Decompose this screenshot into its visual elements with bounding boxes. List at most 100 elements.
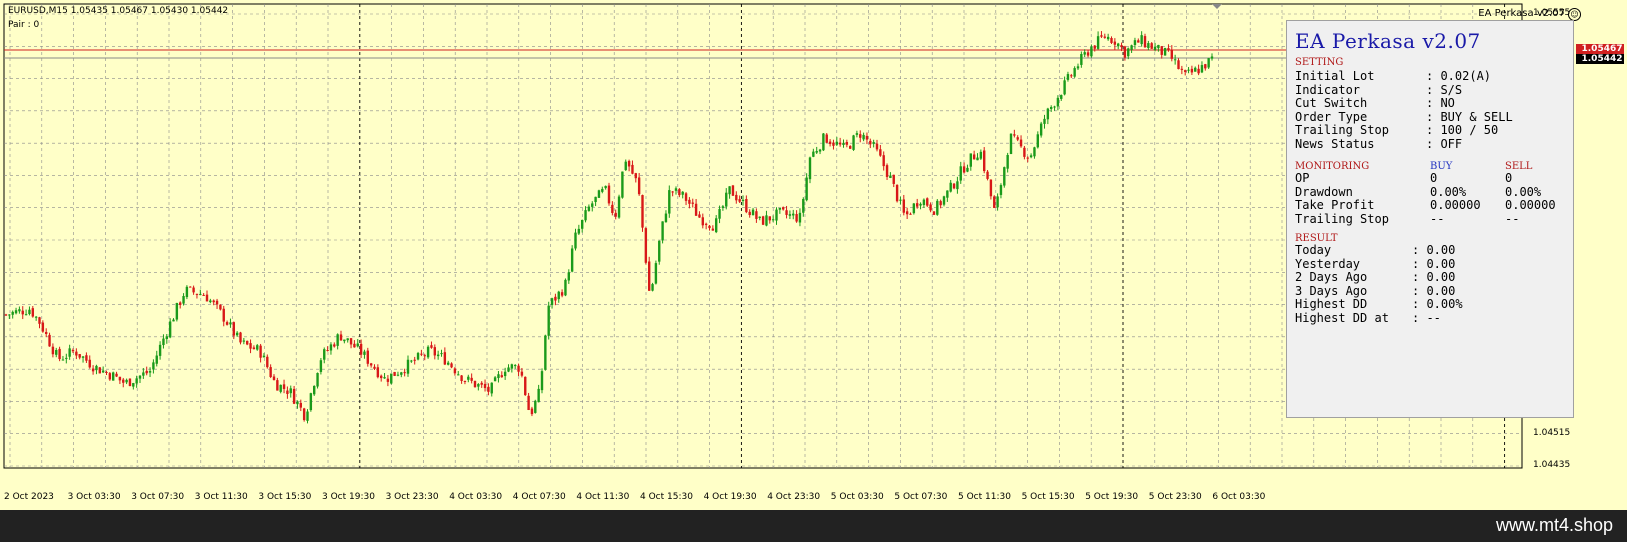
chart-shift-marker [1212,4,1222,9]
candle-body [175,302,179,320]
candle-body [282,384,286,389]
candle-body [631,164,634,174]
candle-body [212,300,215,303]
candle-body [296,401,299,405]
candle-body [172,319,175,322]
candle-body [1160,46,1163,55]
pair-count-label: Pair : 0 [8,20,40,30]
candle-body [286,390,289,394]
candle-body [1043,118,1046,124]
candle-body [1110,38,1113,43]
candle-body [101,370,105,373]
candle-body [1147,43,1150,48]
candle-body [698,214,701,218]
candle-body [192,287,195,293]
candle-body [115,373,118,377]
setting-value: : 0.02(A) [1426,69,1492,83]
candle-body [895,184,899,202]
candle-body [1063,80,1066,95]
candle-body [852,135,855,150]
candle-body [406,359,410,374]
candle-body [95,365,98,371]
candle-body [450,363,453,368]
candle-body [269,367,272,378]
candle-body [805,177,808,201]
candle-body [246,340,249,345]
candle-body [614,212,617,217]
time-tick-label: 5 Oct 23:30 [1148,492,1202,502]
candle-body [1093,45,1096,49]
candle-body [457,374,460,376]
result-value: : 0.00 [1412,256,1456,271]
candle-body [1130,45,1133,50]
candle-body [1073,68,1076,77]
setting-header: SETTING [1295,57,1344,68]
candle-body [1150,43,1153,49]
candle-body [1197,68,1200,74]
price-tick-label: 1.04515 [1533,427,1571,438]
candle-body [792,213,795,216]
candle-body [946,190,949,198]
candle-body [1083,52,1086,55]
candle-body [1029,155,1033,158]
candle-body [983,150,986,172]
candle-body [252,347,256,350]
result-label: 3 Days Ago [1295,283,1368,298]
candle-body [929,204,932,211]
candle-body [986,171,989,179]
monitor-label: Drawdown [1295,184,1353,199]
candle-body [869,140,872,145]
candle-body [661,221,664,241]
candle-body [433,347,436,356]
candle-body [195,293,199,295]
price-chart[interactable]: EURUSD,M15 1.05435 1.05467 1.05430 1.054… [0,0,1627,510]
candle-body [329,344,333,351]
candle-body [832,142,835,146]
candle-body [751,209,755,216]
candle-body [105,371,108,373]
candle-body [145,370,148,374]
candle-body [882,155,885,167]
candle-body [386,378,390,382]
result-value: : 0.00 [1412,283,1456,298]
candle-body [691,202,694,204]
candle-body [584,210,587,221]
candle-body [440,353,443,355]
candle-body [1173,59,1177,61]
candle-body [125,379,128,383]
candle-body [1113,41,1117,45]
candle-body [38,317,41,324]
candle-body [758,216,761,218]
candle-body [470,377,473,381]
candle-body [155,355,158,364]
candle-body [179,302,182,305]
candle-body [11,311,14,315]
candle-body [1123,46,1127,58]
time-tick-label: 4 Oct 03:30 [449,492,503,502]
candle-body [916,203,919,207]
candle-body [463,380,467,382]
candle-body [229,322,232,325]
candle-body [1023,147,1026,157]
candle-body [972,154,976,160]
time-tick-label: 4 Oct 07:30 [512,492,566,502]
candle-body [356,343,359,347]
candle-body [299,402,302,408]
candle-body [58,348,61,360]
candle-body [1127,48,1130,57]
candle-body [1046,108,1050,120]
time-tick-label: 2 Oct 2023 [4,492,54,502]
candle-body [728,186,731,195]
candle-body [108,373,112,380]
candle-body [611,204,614,213]
candle-body [1180,68,1184,70]
setting-label: Cut Switch [1295,96,1368,110]
candle-body [323,349,326,360]
candle-body [1204,64,1207,69]
candle-body [567,272,570,281]
candle-body [128,378,132,386]
candle-body [1106,36,1110,40]
candle-body [276,380,279,391]
candle-body [708,225,711,229]
candle-body [148,371,152,373]
